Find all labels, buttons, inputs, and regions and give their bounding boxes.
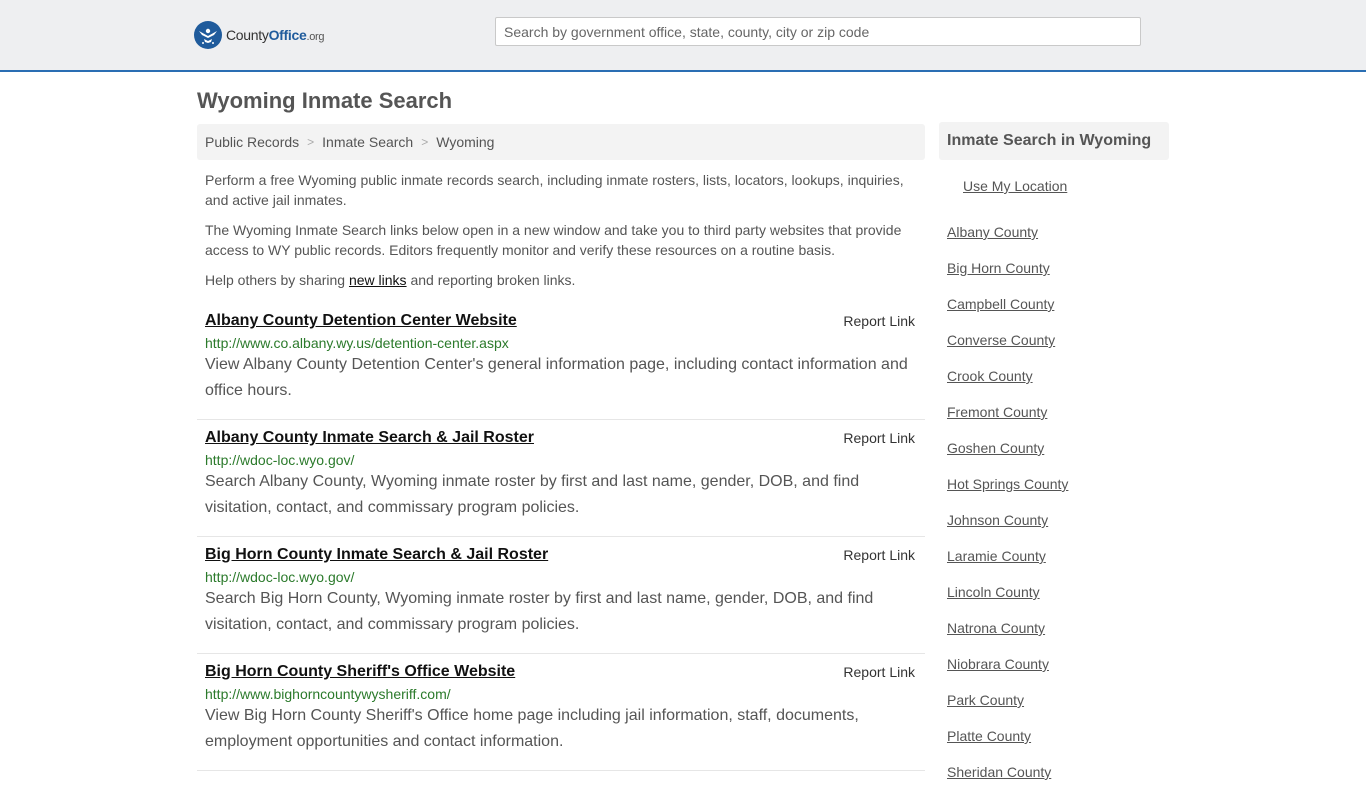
sidebar-heading: Inmate Search in Wyoming: [939, 122, 1169, 160]
report-link[interactable]: Report Link: [843, 664, 915, 680]
result-url: http://www.bighorncountywysheriff.com/: [205, 686, 451, 702]
result-description: View Big Horn County Sheriff's Office ho…: [205, 707, 859, 750]
page-title: Wyoming Inmate Search: [197, 88, 453, 113]
county-link-campbell[interactable]: Campbell County: [947, 296, 1054, 312]
result-item: Big Horn County Inmate Search & Jail Ros…: [197, 537, 925, 654]
county-link-fremont[interactable]: Fremont County: [947, 404, 1047, 420]
county-link-crook[interactable]: Crook County: [947, 368, 1033, 384]
county-list-item: Natrona County: [947, 610, 1169, 646]
report-link[interactable]: Report Link: [843, 313, 915, 329]
use-location-item: Use My Location: [939, 178, 1169, 214]
county-list-item: Laramie County: [947, 538, 1169, 574]
result-url: http://www.co.albany.wy.us/detention-cen…: [205, 335, 509, 351]
result-description: View Albany County Detention Center's ge…: [205, 356, 908, 399]
result-item: Albany County Inmate Search & Jail Roste…: [197, 420, 925, 537]
county-list-item: Sheridan County: [947, 754, 1169, 790]
new-links-link[interactable]: new links: [349, 272, 407, 288]
county-list-item: Fremont County: [947, 394, 1169, 430]
county-list-item: Lincoln County: [947, 574, 1169, 610]
county-list-item: Johnson County: [947, 502, 1169, 538]
county-list-item: Crook County: [947, 358, 1169, 394]
report-link[interactable]: Report Link: [843, 430, 915, 446]
county-link-big-horn[interactable]: Big Horn County: [947, 260, 1050, 276]
result-url: http://wdoc-loc.wyo.gov/: [205, 452, 355, 468]
county-link-laramie[interactable]: Laramie County: [947, 548, 1046, 564]
county-link-albany[interactable]: Albany County: [947, 224, 1038, 240]
eagle-seal-icon: [194, 21, 222, 49]
report-link[interactable]: Report Link: [843, 547, 915, 563]
breadcrumb-inmate-search[interactable]: Inmate Search: [322, 134, 413, 150]
site-logo[interactable]: CountyOffice.org: [194, 20, 325, 50]
county-link-hot-springs[interactable]: Hot Springs County: [947, 476, 1068, 492]
county-link-goshen[interactable]: Goshen County: [947, 440, 1044, 456]
result-title-link[interactable]: Big Horn County Inmate Search & Jail Ros…: [205, 546, 548, 564]
county-list-item: Park County: [947, 682, 1169, 718]
result-title-link[interactable]: Big Horn County Sheriff's Office Website: [205, 663, 515, 681]
results-list: Albany County Detention Center Website R…: [197, 303, 925, 771]
breadcrumb-separator-icon: >: [421, 135, 429, 149]
county-link-sheridan[interactable]: Sheridan County: [947, 764, 1051, 780]
result-url: http://wdoc-loc.wyo.gov/: [205, 569, 355, 585]
top-header-bar: CountyOffice.org: [0, 0, 1366, 72]
county-link-converse[interactable]: Converse County: [947, 332, 1055, 348]
result-title-link[interactable]: Albany County Detention Center Website: [205, 312, 517, 330]
search-input[interactable]: [495, 17, 1141, 46]
sidebar: Inmate Search in Wyoming Use My Location…: [939, 122, 1169, 790]
county-list-item: Goshen County: [947, 430, 1169, 466]
county-list-item: Albany County: [947, 214, 1169, 250]
county-link-park[interactable]: Park County: [947, 692, 1024, 708]
logo-wordmark: CountyOffice.org: [226, 27, 325, 43]
county-list-item: Campbell County: [947, 286, 1169, 322]
county-list-item: Hot Springs County: [947, 466, 1169, 502]
county-list-item: Niobrara County: [947, 646, 1169, 682]
use-my-location-link[interactable]: Use My Location: [963, 178, 1067, 194]
share-paragraph: Help others by sharing new links and rep…: [205, 272, 576, 288]
county-list: Albany County Big Horn County Campbell C…: [939, 214, 1169, 790]
county-link-platte[interactable]: Platte County: [947, 728, 1031, 744]
result-item: Big Horn County Sheriff's Office Website…: [197, 654, 925, 771]
result-item: Albany County Detention Center Website R…: [197, 303, 925, 420]
result-title-link[interactable]: Albany County Inmate Search & Jail Roste…: [205, 429, 534, 447]
result-description: Search Big Horn County, Wyoming inmate r…: [205, 590, 874, 633]
breadcrumb-public-records[interactable]: Public Records: [205, 134, 299, 150]
breadcrumb: Public Records > Inmate Search > Wyoming: [197, 124, 925, 160]
county-list-item: Platte County: [947, 718, 1169, 754]
breadcrumb-wyoming[interactable]: Wyoming: [436, 134, 494, 150]
result-description: Search Albany County, Wyoming inmate ros…: [205, 473, 860, 516]
county-link-niobrara[interactable]: Niobrara County: [947, 656, 1049, 672]
county-link-johnson[interactable]: Johnson County: [947, 512, 1048, 528]
county-list-item: Big Horn County: [947, 250, 1169, 286]
county-list-item: Converse County: [947, 322, 1169, 358]
breadcrumb-separator-icon: >: [307, 135, 315, 149]
county-link-lincoln[interactable]: Lincoln County: [947, 584, 1040, 600]
disclaimer-paragraph: The Wyoming Inmate Search links below op…: [205, 222, 902, 258]
intro-paragraph: Perform a free Wyoming public inmate rec…: [205, 172, 904, 208]
county-link-natrona[interactable]: Natrona County: [947, 620, 1045, 636]
